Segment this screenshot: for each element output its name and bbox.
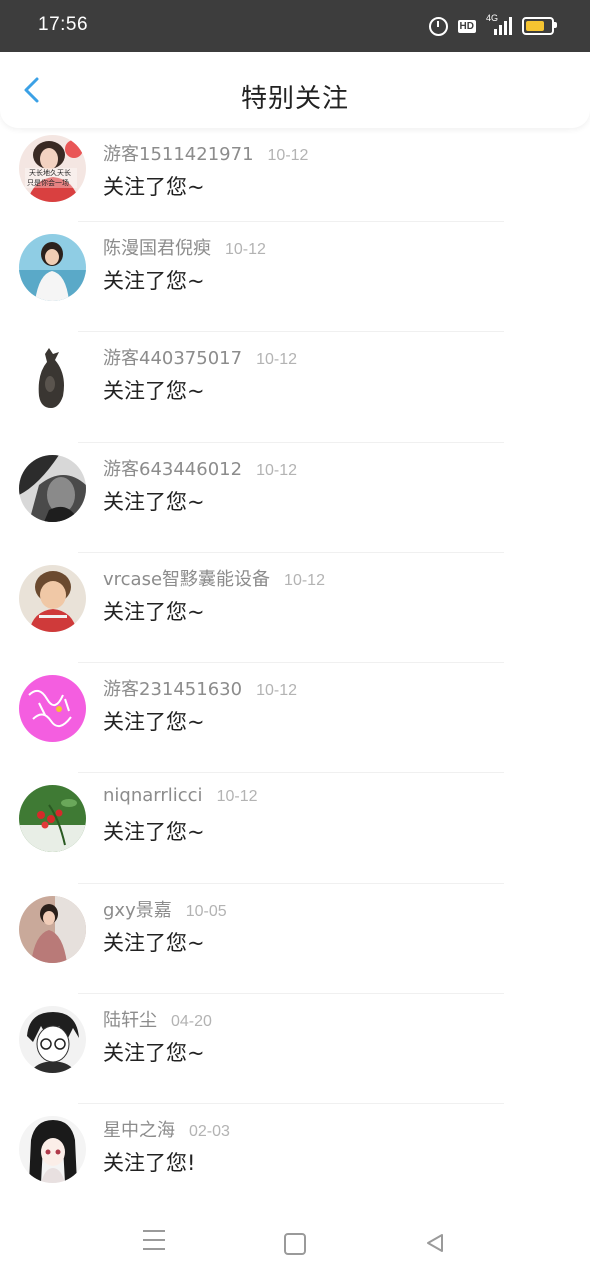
notification-message: 关注了您~ (103, 599, 205, 624)
notification-message: 关注了您~ (103, 930, 205, 955)
list-item[interactable]: 游客440375017 10-12 关注了您~ (0, 332, 590, 443)
list-item[interactable]: gxy景嘉 10-05 关注了您~ (0, 884, 590, 995)
notification-date: 10-12 (225, 241, 266, 258)
avatar (19, 454, 86, 522)
status-icons: HD 4G (428, 13, 557, 37)
avatar: 天长地久天长 只是你会一场 (19, 135, 86, 202)
username: gxy景嘉 (103, 899, 172, 921)
list-item[interactable]: 天长地久天长 只是你会一场 游客1511421971 10-12 关注了您~ (0, 128, 590, 222)
notification-message: 关注了您~ (103, 379, 205, 404)
username: 游客1511421971 (103, 144, 254, 165)
notification-message: 关注了您~ (103, 269, 205, 293)
notification-date: 10-12 (216, 788, 258, 806)
svg-text:天长地久天长: 天长地久天长 (29, 168, 71, 177)
username: niqnarrlicci (103, 785, 203, 807)
notification-date: 10-12 (256, 682, 297, 700)
notification-header: 游客643446012 10-12 (103, 455, 297, 481)
avatar (19, 234, 86, 301)
nav-header: 特别关注 (0, 52, 590, 128)
avatar (19, 675, 86, 743)
alarm-icon (428, 16, 448, 36)
username: 游客231451630 (103, 679, 243, 701)
status-time: 17:56 (38, 14, 89, 35)
list-item[interactable]: niqnarrlicci 10-12 关注了您~ (0, 773, 590, 884)
notification-header: 陆轩尘 04-20 (103, 1006, 212, 1032)
username: 陆轩尘 (103, 1010, 157, 1032)
menu-icon[interactable] (143, 1230, 165, 1252)
notification-message: 关注了您! (103, 1151, 196, 1176)
home-icon[interactable] (284, 1233, 306, 1255)
hd-icon: HD (457, 19, 476, 33)
signal-4g-icon: 4G (486, 13, 512, 35)
username: 陈漫国君倪瘐 (103, 238, 211, 259)
username: 游客440375017 (103, 348, 243, 370)
notification-date: 10-12 (256, 461, 297, 479)
notification-message: 关注了您~ (103, 489, 205, 514)
notification-date: 10-12 (284, 571, 325, 589)
notification-header: 游客440375017 10-12 (103, 344, 297, 370)
notification-date: 10-12 (267, 147, 309, 164)
list-item[interactable]: 陆轩尘 04-20 关注了您~ (0, 994, 590, 1105)
notification-header: niqnarrlicci 10-12 (103, 785, 257, 806)
avatar (19, 1006, 86, 1074)
username: 游客643446012 (103, 458, 243, 480)
notification-date: 10-12 (256, 351, 297, 369)
notification-header: vrcase智黟囊能设备 10-12 (103, 565, 325, 591)
avatar (19, 785, 86, 853)
notification-header: 游客1511421971 10-12 (103, 140, 308, 166)
list-item[interactable]: 游客643446012 10-12 关注了您~ (0, 443, 590, 553)
list-item[interactable]: 陈漫国君倪瘐 10-12 关注了您~ (0, 222, 590, 333)
notification-message: 关注了您~ (103, 175, 205, 199)
username: 星中之海 (103, 1120, 175, 1142)
list-item[interactable]: 游客231451630 10-12 关注了您~ (0, 663, 590, 774)
system-nav-bar (0, 1212, 590, 1280)
status-bar: 17:56 HD 4G (0, 0, 590, 52)
svg-text:只是你会一场: 只是你会一场 (27, 178, 69, 187)
list-item[interactable]: 星中之海 02-03 关注了您! (0, 1104, 590, 1214)
notification-date: 10-05 (185, 902, 227, 920)
battery-icon (522, 17, 557, 35)
notification-message: 关注了您~ (103, 820, 205, 845)
notification-date: 04-20 (171, 1013, 212, 1031)
username: vrcase智黟囊能设备 (103, 568, 271, 590)
notification-header: gxy景嘉 10-05 (103, 896, 227, 922)
notification-message: 关注了您~ (103, 710, 205, 735)
avatar (19, 895, 86, 963)
back-triangle-icon[interactable] (424, 1232, 446, 1254)
notification-header: 星中之海 02-03 (103, 1116, 230, 1142)
avatar (19, 1116, 86, 1184)
avatar (19, 564, 86, 632)
notification-message: 关注了您~ (103, 1041, 205, 1066)
follow-notification-list: 天长地久天长 只是你会一场 游客1511421971 10-12 关注了您~ 陈漫… (0, 128, 590, 1215)
notification-header: 陈漫国君倪瘐 10-12 (103, 234, 266, 260)
page-title: 特别关注 (240, 84, 349, 114)
notification-date: 02-03 (189, 1123, 230, 1141)
list-item[interactable]: vrcase智黟囊能设备 10-12 关注了您~ (0, 553, 590, 664)
avatar (19, 344, 86, 412)
notification-header: 游客231451630 10-12 (103, 675, 297, 701)
